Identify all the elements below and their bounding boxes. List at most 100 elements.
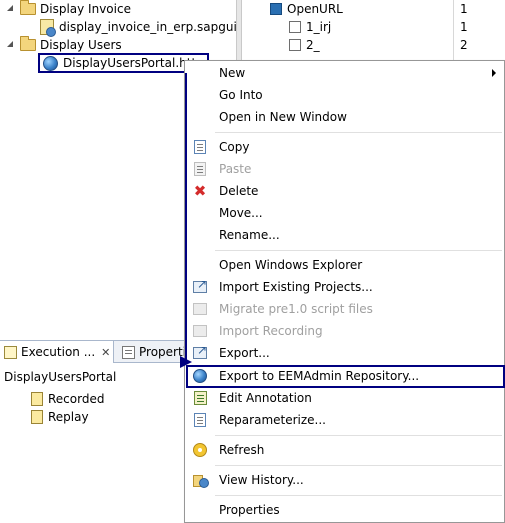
menu-item-rename[interactable]: Rename... — [185, 224, 504, 246]
step-row[interactable]: 2_ — [289, 36, 320, 54]
menu-item-new[interactable]: New — [185, 62, 504, 84]
menu-item-label: Rename... — [219, 228, 280, 242]
paste-icon — [192, 161, 208, 177]
properties-icon — [122, 345, 135, 359]
menu-item-reparameterize[interactable]: Reparameterize... — [185, 409, 504, 431]
panel-title: DisplayUsersPortal — [4, 370, 117, 384]
menu-separator — [215, 465, 502, 466]
menu-item-label: Reparameterize... — [219, 413, 326, 427]
menu-item-label: New — [219, 66, 246, 80]
result-page-icon — [31, 392, 43, 406]
menu-item-label: Paste — [219, 162, 252, 176]
menu-item-label: Move... — [219, 206, 263, 220]
tree-item-display-users[interactable]: Display Users — [6, 36, 122, 54]
submenu-arrow-icon — [492, 69, 496, 77]
script-steps-pane: OpenURL 1 1_irj 1 2_ 2 — [242, 0, 505, 62]
list-item-replay[interactable]: Replay — [31, 408, 89, 426]
menu-item-go-into[interactable]: Go Into — [185, 84, 504, 106]
menu-item-export-eemadmin[interactable]: Export to EEMAdmin Repository... — [185, 365, 504, 387]
menu-item-paste[interactable]: Paste — [185, 158, 504, 180]
menu-item-label: Properties — [219, 503, 280, 517]
menu-item-label: View History... — [219, 473, 304, 487]
tree-item-label: Display Users — [40, 38, 122, 52]
http-script-globe-icon — [43, 55, 58, 71]
menu-item-label: Import Existing Projects... — [219, 280, 373, 294]
expand-twisty-icon[interactable] — [6, 40, 16, 50]
menu-separator — [215, 250, 502, 251]
history-icon — [192, 472, 209, 488]
step-value: 1 — [460, 20, 468, 34]
menu-item-label: Delete — [219, 184, 259, 198]
menu-item-label: Go Into — [219, 88, 263, 102]
folder-open-icon — [20, 0, 36, 15]
list-item-label: Recorded — [48, 392, 105, 406]
menu-item-move[interactable]: Move... — [185, 202, 504, 224]
execution-icon — [4, 345, 17, 359]
menu-separator — [215, 495, 502, 496]
step-label: OpenURL — [287, 2, 343, 16]
step-value: 1 — [460, 2, 468, 16]
result-page-icon — [31, 410, 43, 424]
menu-item-label: Copy — [219, 140, 250, 154]
menu-item-open-new-window[interactable]: Open in New Window — [185, 106, 504, 128]
step-value: 2 — [460, 38, 468, 52]
refresh-icon — [192, 442, 208, 458]
menu-item-copy[interactable]: Copy — [185, 136, 504, 158]
step-row[interactable]: OpenURL — [270, 0, 343, 18]
copy-icon — [192, 139, 208, 155]
export-icon — [192, 343, 208, 361]
menu-item-edit-annotation[interactable]: Edit Annotation — [185, 387, 504, 409]
menu-item-label: Import Recording — [219, 324, 323, 338]
menu-item-migrate-scripts[interactable]: Migrate pre1.0 script files — [185, 298, 504, 320]
menu-item-refresh[interactable]: Refresh — [185, 439, 504, 461]
migrate-icon — [192, 301, 208, 317]
delete-icon: ✖ — [193, 182, 207, 200]
expand-twisty-icon[interactable] — [6, 4, 16, 14]
context-menu: New Go Into Open in New Window Copy Past… — [184, 60, 505, 523]
reparameterize-icon — [192, 412, 208, 428]
tree-item-label: display_invoice_in_erp.sapgui — [59, 20, 237, 34]
step-checkbox[interactable] — [289, 21, 301, 33]
annotation-icon — [192, 390, 208, 406]
list-item-recorded[interactable]: Recorded — [31, 390, 104, 408]
tree-item-label: DisplayUsersPortal.http — [63, 56, 204, 70]
import-recording-icon — [192, 323, 208, 339]
bottom-panel-tabbar: Execution ... ✕ Properti — [0, 340, 190, 363]
tab-label: Properti — [139, 344, 187, 359]
menu-item-label: Migrate pre1.0 script files — [219, 302, 373, 316]
tree-item-sapgui-script[interactable]: display_invoice_in_erp.sapgui — [40, 18, 237, 37]
step-label: 1_irj — [306, 20, 332, 34]
menu-item-label: Export to EEMAdmin Repository... — [219, 369, 420, 383]
close-icon[interactable]: ✕ — [101, 342, 110, 363]
tab-execution[interactable]: Execution ... ✕ — [0, 341, 114, 363]
menu-separator — [215, 132, 502, 133]
tree-item-display-invoice[interactable]: Display Invoice — [6, 0, 131, 18]
globe-icon — [192, 368, 208, 384]
menu-item-properties[interactable]: Properties — [185, 499, 504, 521]
menu-separator — [215, 435, 502, 436]
step-label: 2_ — [306, 38, 320, 52]
tab-properties[interactable]: Properti — [118, 341, 190, 363]
menu-item-open-windows-explorer[interactable]: Open Windows Explorer — [185, 254, 504, 276]
tree-item-label: Display Invoice — [40, 2, 131, 16]
list-item-label: Replay — [48, 410, 89, 424]
menu-item-label: Edit Annotation — [219, 391, 312, 405]
menu-item-export[interactable]: Export... — [185, 342, 504, 364]
menu-item-view-history[interactable]: View History... — [185, 469, 504, 491]
menu-item-label: Refresh — [219, 443, 265, 457]
folder-open-icon — [20, 36, 36, 51]
menu-item-delete[interactable]: ✖ Delete — [185, 180, 504, 202]
import-icon — [192, 277, 208, 295]
tab-label: Execution ... — [21, 344, 96, 359]
openurl-icon — [270, 3, 282, 15]
step-row[interactable]: 1_irj — [289, 18, 331, 36]
execution-panel: DisplayUsersPortal Recorded Replay — [0, 363, 190, 523]
menu-item-label: Open in New Window — [219, 110, 347, 124]
menu-item-import-existing-projects[interactable]: Import Existing Projects... — [185, 276, 504, 298]
sapgui-script-icon — [40, 19, 56, 37]
menu-item-label: Export... — [219, 346, 270, 360]
column-divider — [453, 0, 454, 62]
step-checkbox[interactable] — [289, 39, 301, 51]
menu-item-import-recording[interactable]: Import Recording — [185, 320, 504, 342]
menu-item-label: Open Windows Explorer — [219, 258, 363, 272]
